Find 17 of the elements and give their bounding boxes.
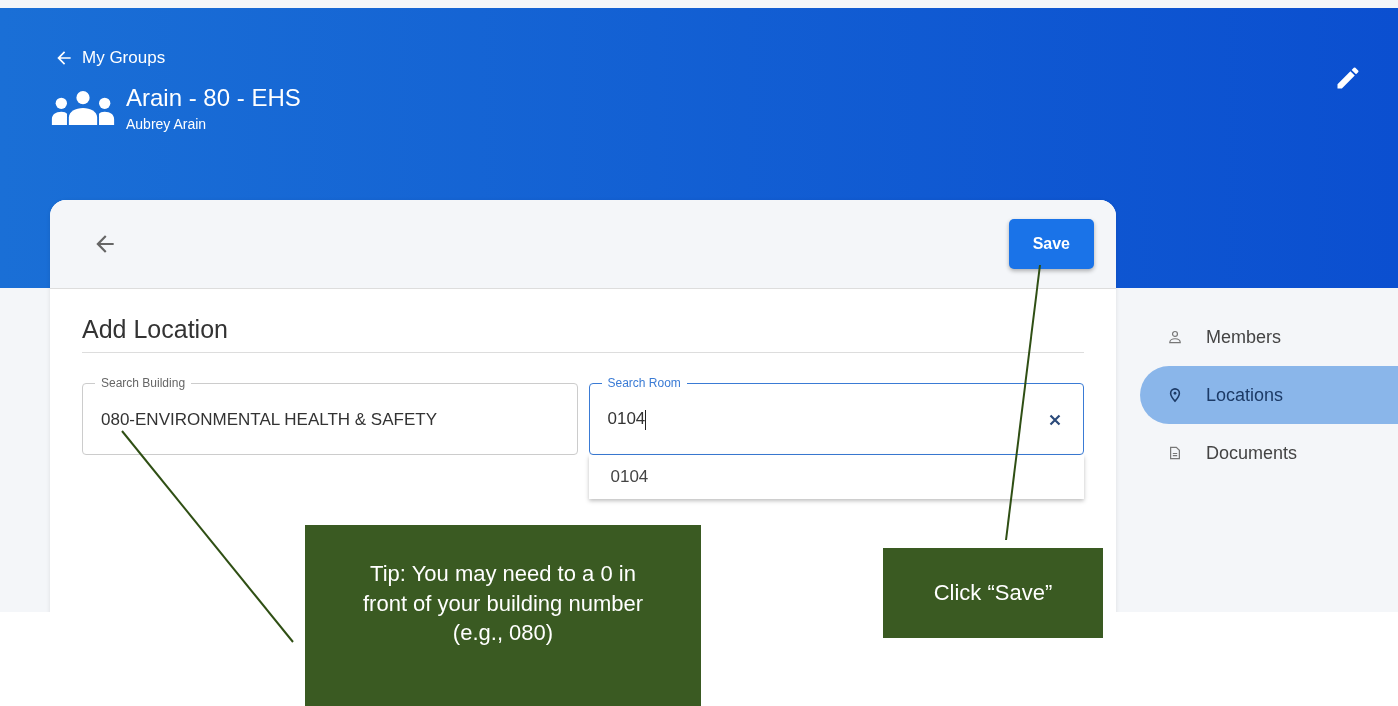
save-button[interactable]: Save <box>1008 219 1094 269</box>
back-link[interactable]: My Groups <box>54 48 1398 68</box>
section-title: Add Location <box>82 315 1084 353</box>
group-icon <box>50 89 116 127</box>
sidebar-item[interactable]: Locations <box>1140 366 1398 424</box>
sidebar-item[interactable]: Documents <box>1140 424 1398 482</box>
clear-icon[interactable] <box>1049 413 1061 426</box>
sidebar-item[interactable]: Members <box>1140 308 1398 366</box>
group-owner: Aubrey Arain <box>126 116 208 132</box>
callout-box: Tip: You may need to a 0 in front of your building number (e.g., 080) <box>305 525 701 706</box>
person-icon <box>1168 330 1182 344</box>
suggestion-item[interactable]: 0104 <box>588 455 1084 499</box>
location-pin-icon <box>1168 387 1182 403</box>
document-icon <box>1168 445 1182 461</box>
search-field[interactable]: Search Building 080-ENVIRONMENTAL HEALTH & SAFETY <box>82 375 578 455</box>
group-name: Arain - 80 - EHS <box>126 84 301 112</box>
callout-box: Click “Save” <box>883 548 1103 638</box>
